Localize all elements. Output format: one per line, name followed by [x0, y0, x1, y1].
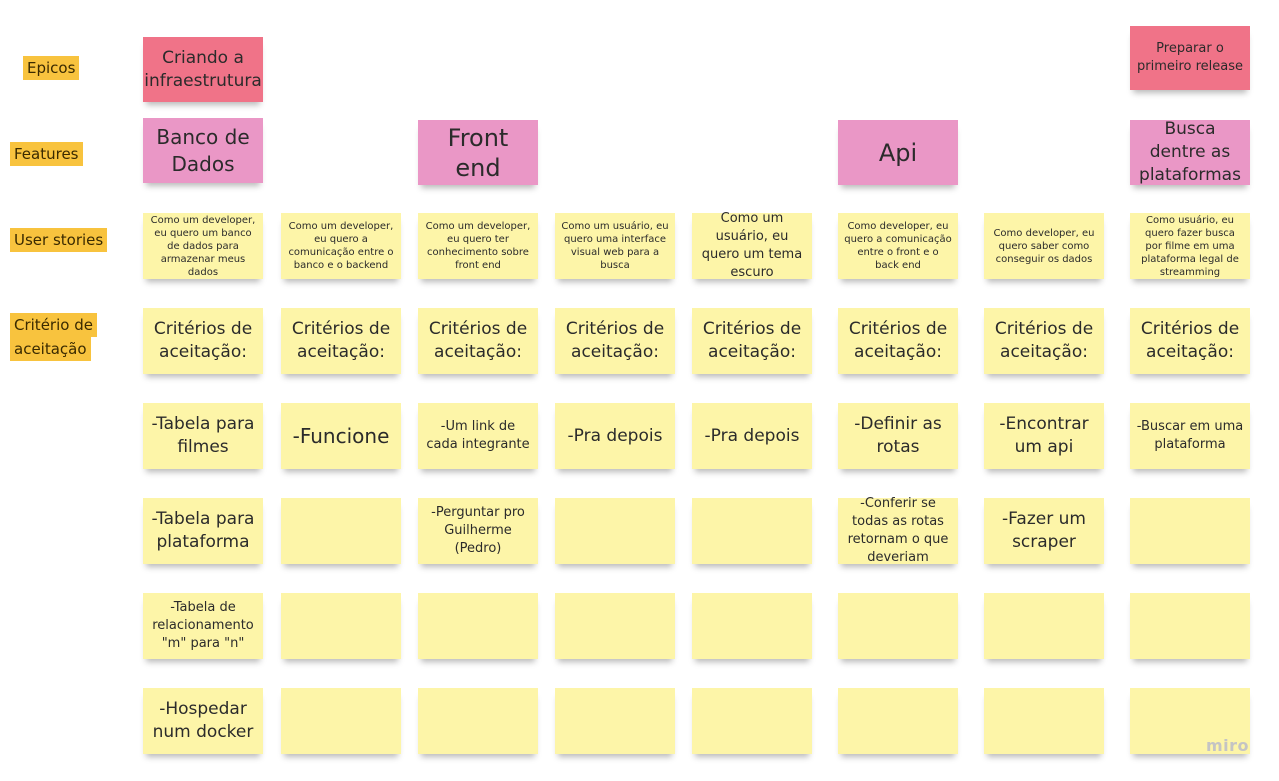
- row-label-user-stories: User stories: [10, 228, 108, 252]
- criteria-sticky[interactable]: -Encontrar um api: [984, 403, 1104, 469]
- empty-sticky[interactable]: [281, 498, 401, 564]
- user-story-sticky[interactable]: Como usuário, eu quero fazer busca por f…: [1130, 213, 1250, 279]
- empty-sticky[interactable]: [692, 498, 812, 564]
- criteria-sticky[interactable]: -Um link de cada integrante: [418, 403, 538, 469]
- user-story-sticky[interactable]: Como um developer, eu quero um banco de …: [143, 213, 263, 279]
- row-label-features: Features: [10, 142, 83, 166]
- criteria-sticky[interactable]: -Fazer um scraper: [984, 498, 1104, 564]
- feature-sticky[interactable]: Busca dentre as plataformas: [1130, 119, 1250, 185]
- criteria-header-sticky[interactable]: Critérios de aceitação:: [555, 308, 675, 374]
- criteria-sticky[interactable]: -Tabela para filmes: [143, 403, 263, 469]
- user-story-sticky[interactable]: Como um developer, eu quero a comunicaçã…: [281, 213, 401, 279]
- user-story-sticky[interactable]: Como developer, eu quero saber como cons…: [984, 213, 1104, 279]
- empty-sticky[interactable]: [838, 593, 958, 659]
- criteria-sticky[interactable]: -Funcione: [281, 403, 401, 469]
- criteria-sticky[interactable]: -Pra depois: [692, 403, 812, 469]
- user-story-sticky[interactable]: Como um usuário, eu quero um tema escuro: [692, 211, 812, 280]
- user-story-sticky[interactable]: Como um developer, eu quero ter conhecim…: [418, 213, 538, 279]
- empty-sticky[interactable]: [418, 593, 538, 659]
- row-label-criterio-line2: aceitação: [10, 337, 91, 361]
- criteria-sticky[interactable]: -Pra depois: [555, 403, 675, 469]
- epic-sticky[interactable]: Criando a infraestrutura: [143, 37, 263, 102]
- criteria-header-sticky[interactable]: Critérios de aceitação:: [143, 308, 263, 374]
- feature-sticky[interactable]: Front end: [418, 120, 538, 185]
- empty-sticky[interactable]: [281, 593, 401, 659]
- criteria-header-sticky[interactable]: Critérios de aceitação:: [838, 308, 958, 374]
- epic-sticky[interactable]: Preparar o primeiro release: [1130, 26, 1250, 90]
- criteria-header-sticky[interactable]: Critérios de aceitação:: [418, 308, 538, 374]
- criteria-sticky[interactable]: -Tabela de relacionamento "m" para "n": [143, 593, 263, 659]
- criteria-sticky[interactable]: -Definir as rotas: [838, 403, 958, 469]
- empty-sticky[interactable]: [984, 688, 1104, 754]
- empty-sticky[interactable]: [692, 688, 812, 754]
- criteria-header-sticky[interactable]: Critérios de aceitação:: [692, 308, 812, 374]
- criteria-sticky[interactable]: -Buscar em uma plataforma: [1130, 403, 1250, 469]
- criteria-sticky[interactable]: -Tabela para plataforma: [143, 498, 263, 564]
- row-label-criterio: Critério de aceitação: [10, 313, 97, 361]
- feature-sticky[interactable]: Api: [838, 120, 958, 185]
- empty-sticky[interactable]: [692, 593, 812, 659]
- criteria-header-sticky[interactable]: Critérios de aceitação:: [1130, 308, 1250, 374]
- empty-sticky[interactable]: [555, 498, 675, 564]
- empty-sticky[interactable]: [418, 688, 538, 754]
- empty-sticky[interactable]: [555, 688, 675, 754]
- criteria-sticky[interactable]: -Conferir se todas as rotas retornam o q…: [838, 496, 958, 565]
- row-label-criterio-line1: Critério de: [10, 313, 97, 337]
- empty-sticky[interactable]: [555, 593, 675, 659]
- criteria-sticky[interactable]: -Hospedar num docker: [143, 688, 263, 754]
- row-label-epicos: Epicos: [23, 56, 80, 80]
- miro-watermark-logo: miro: [1205, 736, 1249, 755]
- feature-sticky[interactable]: Banco de Dados: [143, 118, 263, 183]
- criteria-sticky[interactable]: -Perguntar pro Guilherme (Pedro): [418, 498, 538, 564]
- empty-sticky[interactable]: [984, 593, 1104, 659]
- criteria-header-sticky[interactable]: Critérios de aceitação:: [984, 308, 1104, 374]
- criteria-header-sticky[interactable]: Critérios de aceitação:: [281, 308, 401, 374]
- user-story-sticky[interactable]: Como developer, eu quero a comunicação e…: [838, 213, 958, 279]
- empty-sticky[interactable]: [1130, 498, 1250, 564]
- empty-sticky[interactable]: [281, 688, 401, 754]
- user-story-sticky[interactable]: Como um usuário, eu quero uma interface …: [555, 213, 675, 279]
- empty-sticky[interactable]: [1130, 593, 1250, 659]
- empty-sticky[interactable]: [838, 688, 958, 754]
